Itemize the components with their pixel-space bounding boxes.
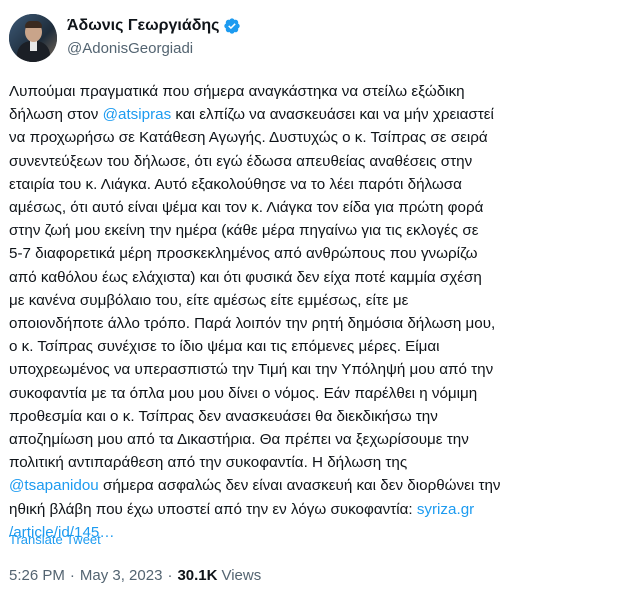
verified-badge-icon	[224, 18, 241, 34]
avatar[interactable]	[9, 14, 57, 62]
tweet-date[interactable]: May 3, 2023	[80, 567, 163, 584]
views-count: 30.1K	[177, 567, 218, 584]
mention-link[interactable]: @atsipras	[103, 106, 172, 123]
tweet-time[interactable]: 5:26 PM	[9, 567, 65, 584]
tweet-header: Άδωνις Γεωργιάδης @AdonisGeorgiadi	[9, 14, 241, 62]
tweet-text: Λυπούμαι πραγματικά που σήμερα αναγκάστη…	[9, 80, 631, 544]
tweet-text-segment: και ελπίζω να ανασκευάσει και να μήν χρε…	[9, 106, 496, 472]
author-handle[interactable]: @AdonisGeorgiadi	[67, 39, 241, 59]
author-names: Άδωνις Γεωργιάδης @AdonisGeorgiadi	[67, 16, 241, 59]
mention-link[interactable]: @tsapanidou	[9, 477, 99, 494]
author-display-name[interactable]: Άδωνις Γεωργιάδης	[67, 16, 219, 36]
views-label: Views	[221, 567, 262, 584]
translate-tweet-link[interactable]: Translate Tweet	[9, 532, 101, 547]
meta-separator: ·	[167, 567, 173, 584]
meta-separator: ·	[69, 567, 75, 584]
tweet: Άδωνις Γεωργιάδης @AdonisGeorgiadi Λυπού…	[0, 0, 636, 596]
tweet-meta: 5:26 PM · May 3, 2023 · 30.1K Views	[9, 567, 261, 584]
